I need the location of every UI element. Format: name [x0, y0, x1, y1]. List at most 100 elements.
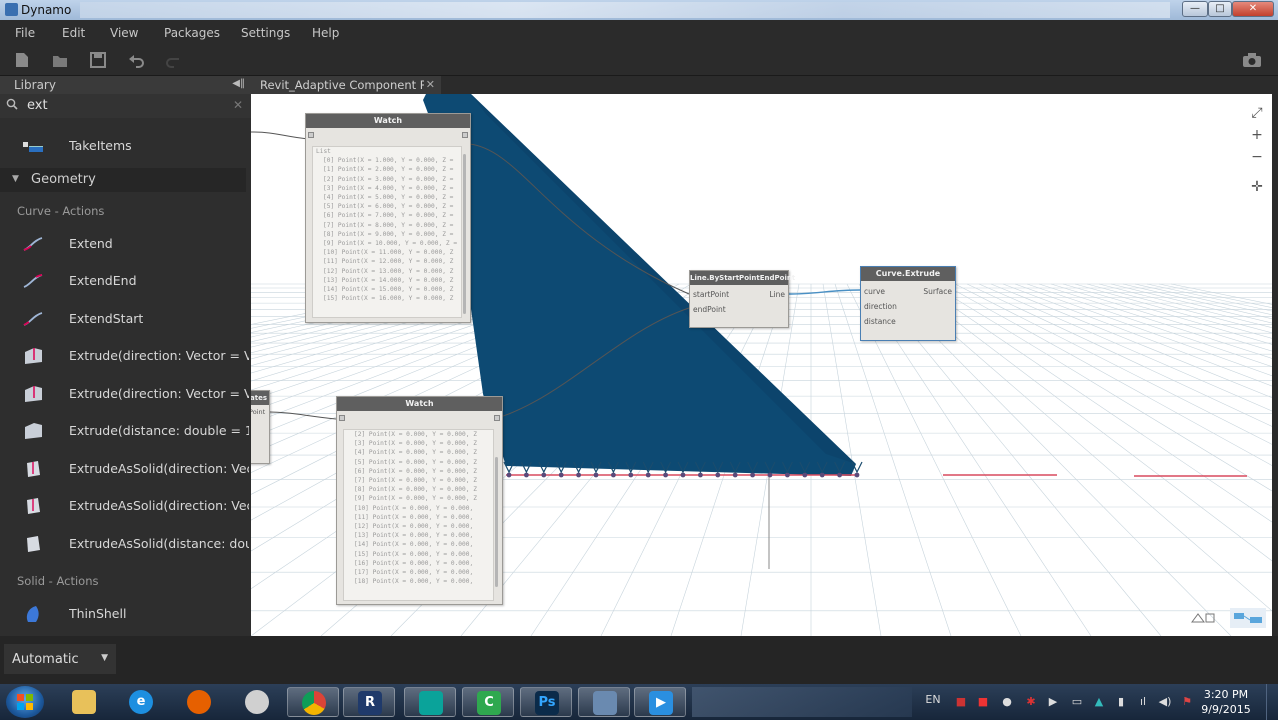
menu-help[interactable]: Help [312, 26, 339, 40]
chrome-icon [302, 691, 326, 715]
tray-app-icon[interactable]: ■ [976, 695, 990, 709]
node-line-by-start-end[interactable]: Line.ByStartPointEndPoint startPoint end… [689, 270, 795, 328]
open-file-icon[interactable] [52, 52, 68, 68]
library-item-extrudeassolid-2[interactable]: ExtrudeAsSolid(direction: Vecto [0, 488, 251, 524]
tray-autodesk-icon[interactable]: ▲ [1092, 695, 1106, 709]
watch-scrollbar[interactable] [495, 457, 498, 587]
library-category-geometry[interactable]: ▼ Geometry [0, 168, 246, 192]
tray-app-icon[interactable]: ● [1000, 695, 1014, 709]
redo-icon[interactable] [166, 52, 182, 68]
run-mode-select[interactable]: Automatic ▼ [4, 644, 116, 674]
show-desktop-button[interactable] [1266, 684, 1278, 720]
library-item-thinshell[interactable]: ThinShell [0, 596, 251, 632]
collapse-library-icon[interactable]: ◀‖ [232, 78, 245, 89]
node-watch-1[interactable]: Watch List [0] Point(X = 1.000, Y = 0.00… [305, 113, 471, 323]
graph-canvas[interactable]: ates Point Watch List [0] Point(X = 1.00… [251, 94, 1272, 636]
taskbar-firefox[interactable] [173, 687, 225, 717]
node-output-port[interactable]: Point [251, 408, 265, 416]
library-item-extrudeassolid-distance[interactable]: ExtrudeAsSolid(distance: double [0, 526, 251, 562]
search-input[interactable]: ext [27, 98, 48, 113]
zoom-out-icon[interactable]: − [1248, 148, 1266, 166]
tab-workspace[interactable]: Revit_Adaptive Component Pla ✕ [251, 76, 441, 94]
node-output-line[interactable]: Line [769, 290, 785, 299]
library-search[interactable]: ext ✕ [0, 94, 251, 118]
maximize-button[interactable]: □ [1208, 1, 1232, 17]
node-input-port[interactable] [339, 415, 345, 421]
library-item-label: ExtrudeAsSolid(distance: double [69, 536, 249, 551]
watch-line: [11] Point(X = 12.000, Y = 0.000, Z [323, 258, 454, 266]
minimize-button[interactable]: — [1182, 1, 1208, 17]
dynamo-icon [419, 691, 443, 715]
taskbar-camtasia[interactable]: C [462, 687, 514, 717]
node-input-direction[interactable]: direction [864, 302, 897, 311]
volume-icon[interactable]: ◀) [1158, 695, 1172, 709]
tray-monitor-icon[interactable]: ▭ [1070, 695, 1084, 709]
node-partial[interactable]: ates Point [251, 390, 270, 464]
menu-edit[interactable]: Edit [62, 26, 85, 40]
clear-search-icon[interactable]: ✕ [233, 98, 243, 112]
taskbar-revit[interactable]: R [343, 687, 395, 717]
camera-icon[interactable] [1242, 52, 1262, 68]
library-item-extend[interactable]: Extend [0, 226, 251, 262]
clock[interactable]: 3:20 PM 9/9/2015 [1196, 687, 1256, 717]
battery-icon[interactable]: ▮ [1114, 695, 1128, 709]
language-indicator[interactable]: EN [924, 693, 942, 707]
watch-line: [16] Point(X = 0.000, Y = 0.000, [354, 559, 474, 567]
tab-strip [441, 76, 1278, 94]
tray-app-icon[interactable]: ■ [954, 695, 968, 709]
close-tab-icon[interactable]: ✕ [426, 78, 435, 91]
undo-icon[interactable] [128, 52, 144, 68]
menu-file[interactable]: File [15, 26, 35, 40]
menu-settings[interactable]: Settings [241, 26, 290, 40]
taskbar-dynamo[interactable] [404, 687, 456, 717]
network-icon[interactable]: ıl [1136, 695, 1150, 709]
taskbar-snipping[interactable] [231, 687, 283, 717]
library-item-extrude-distance[interactable]: Extrude(distance: double = 1) [0, 413, 251, 449]
clock-date: 9/9/2015 [1201, 703, 1251, 716]
watch-list-label: List [316, 148, 331, 155]
clock-time: 3:20 PM [1203, 688, 1249, 701]
node-watch-2[interactable]: Watch [2] Point(X = 0.000, Y = 0.000, Z[… [336, 396, 503, 605]
new-file-icon[interactable] [14, 52, 30, 68]
node-output-port[interactable] [494, 415, 500, 421]
tray-app-icon[interactable]: ✱ [1024, 695, 1038, 709]
zoom-fit-icon[interactable]: ⤢ [1248, 104, 1266, 122]
zoom-in-icon[interactable]: + [1248, 126, 1266, 144]
extend-start-icon [22, 309, 44, 329]
node-input-startpoint[interactable]: startPoint [693, 290, 729, 299]
background-preview-toggle-icon[interactable] [1184, 608, 1220, 628]
library-item-takeitems[interactable]: TakeItems [0, 128, 251, 164]
library-item-extrude-direction-2[interactable]: Extrude(direction: Vector = Vect [0, 376, 251, 412]
menu-view[interactable]: View [110, 26, 138, 40]
taskbar-blurred-area [692, 687, 912, 717]
taskbar-window[interactable] [578, 687, 630, 717]
node-output-surface[interactable]: Surface [923, 287, 952, 296]
node-curve-extrude[interactable]: Curve.Extrude curve direction distance S… [860, 266, 956, 341]
save-icon[interactable] [90, 52, 106, 68]
watch-line: [8] Point(X = 0.000, Y = 0.000, Z [354, 486, 477, 494]
graph-view-toggle-icon[interactable] [1230, 608, 1266, 628]
library-item-extrudeassolid-1[interactable]: ExtrudeAsSolid(direction: Vecto [0, 451, 251, 487]
close-button[interactable]: ✕ [1232, 1, 1274, 17]
taskbar-chrome[interactable] [287, 687, 339, 717]
watch-scrollbar[interactable] [463, 154, 466, 314]
node-title: Watch [306, 114, 470, 128]
pan-icon[interactable]: ✛ [1248, 178, 1266, 196]
extend-icon [22, 234, 44, 254]
menu-packages[interactable]: Packages [164, 26, 220, 40]
taskbar-player[interactable]: ▶ [634, 687, 686, 717]
tray-play-icon[interactable]: ▶ [1046, 695, 1060, 709]
library-item-extendend[interactable]: ExtendEnd [0, 263, 251, 299]
node-input-endpoint[interactable]: endPoint [693, 305, 726, 314]
action-center-icon[interactable]: ⚑ [1180, 695, 1194, 709]
node-input-distance[interactable]: distance [864, 317, 896, 326]
library-item-extendstart[interactable]: ExtendStart [0, 301, 251, 337]
node-output-port[interactable] [462, 132, 468, 138]
taskbar-ie[interactable]: e [115, 687, 167, 717]
taskbar-photoshop[interactable]: Ps [520, 687, 572, 717]
taskbar-explorer[interactable] [58, 687, 110, 717]
start-button[interactable] [6, 686, 44, 718]
node-input-port[interactable] [308, 132, 314, 138]
library-item-extrude-direction-1[interactable]: Extrude(direction: Vector = Vect [0, 338, 251, 374]
node-input-curve[interactable]: curve [864, 287, 885, 296]
